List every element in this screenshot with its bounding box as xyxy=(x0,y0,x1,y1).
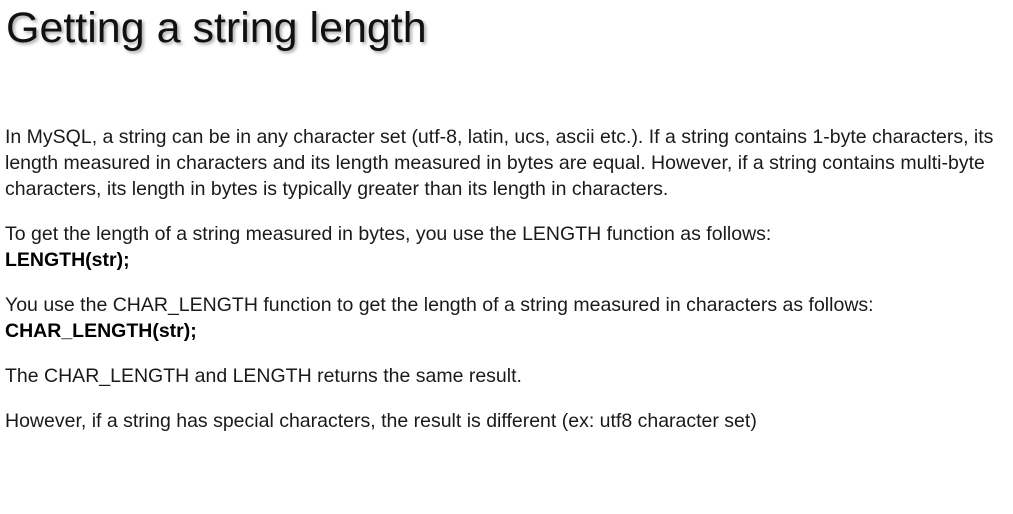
slide-body: In MySQL, a string can be in any charact… xyxy=(5,124,1000,453)
paragraph-same-result: The CHAR_LENGTH and LENGTH returns the s… xyxy=(5,365,522,387)
slide-title: Getting a string length xyxy=(6,4,427,52)
length-function-description: To get the length of a string measured i… xyxy=(5,223,772,245)
paragraph-length-function: To get the length of a string measured i… xyxy=(5,221,1000,273)
char-length-function-description: You use the CHAR_LENGTH function to get … xyxy=(5,294,874,316)
char-length-function-code: CHAR_LENGTH(str); xyxy=(5,320,197,342)
paragraph-special-characters: However, if a string has special charact… xyxy=(5,410,757,432)
slide: Getting a string length In MySQL, a stri… xyxy=(0,0,1013,514)
length-function-code: LENGTH(str); xyxy=(5,249,130,271)
paragraph-character-sets: In MySQL, a string can be in any charact… xyxy=(5,126,994,200)
paragraph-char-length-function: You use the CHAR_LENGTH function to get … xyxy=(5,292,1000,344)
